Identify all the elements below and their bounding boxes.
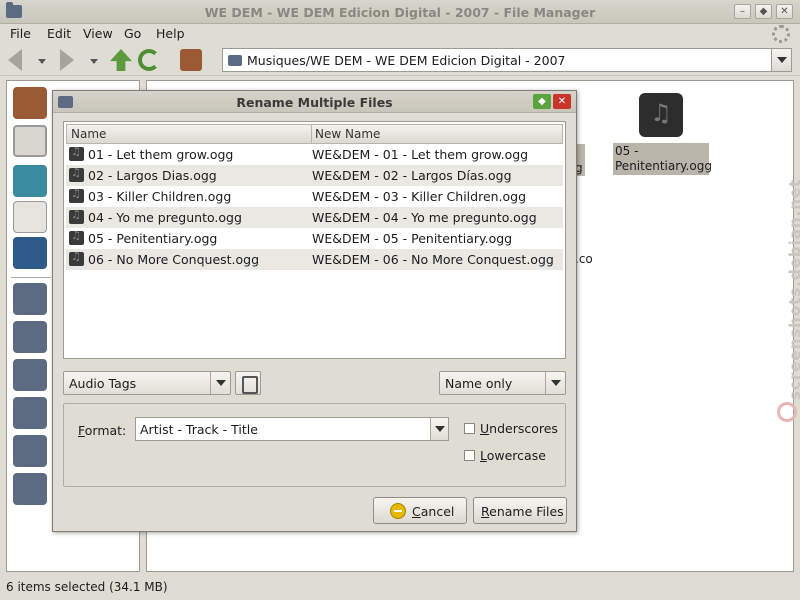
row-name: 04 - Yo me pregunto.ogg (88, 210, 242, 225)
back-arrow-icon[interactable] (8, 49, 22, 71)
table-row[interactable]: 02 - Largos Dias.ogg WE&DEM - 02 - Largo… (66, 165, 563, 186)
desktop-icon[interactable] (13, 165, 47, 197)
audio-file-icon (69, 187, 84, 203)
table-row[interactable]: 06 - No More Conquest.ogg WE&DEM - 06 - … (66, 249, 563, 270)
file-item[interactable]: 05 - Penitentiary.ogg (613, 93, 712, 175)
rename-files-button[interactable]: Rename Files (473, 497, 567, 524)
audio-file-icon (69, 229, 84, 245)
scope-select[interactable]: Name only (439, 371, 566, 395)
menu-help[interactable]: Help (156, 26, 185, 41)
trash-icon[interactable] (13, 125, 47, 157)
watermark: screenshots.debian.net (786, 178, 800, 400)
rename-files-label: Rename Files (481, 504, 564, 519)
audio-file-icon (639, 93, 683, 137)
list-header: Name New Name (66, 124, 563, 144)
network-folder-icon[interactable] (13, 283, 47, 315)
forward-history-chevron-icon[interactable] (90, 59, 98, 64)
menu-go[interactable]: Go (124, 26, 141, 41)
cancel-button[interactable]: Cancel (373, 497, 467, 524)
minimize-button[interactable]: – (734, 4, 751, 19)
menubar: File Edit View Go Help (0, 24, 800, 44)
chevron-down-icon[interactable] (210, 372, 230, 394)
documents-folder-icon[interactable] (13, 321, 47, 353)
row-new-name: WE&DEM - 01 - Let them grow.ogg (312, 147, 529, 162)
audio-file-icon (69, 166, 84, 182)
cancel-icon (390, 503, 406, 519)
row-new-name: WE&DEM - 03 - Killer Children.ogg (312, 189, 527, 204)
chevron-down-icon[interactable] (430, 418, 448, 440)
cancel-label: Cancel (412, 504, 455, 519)
audio-file-icon (69, 145, 84, 161)
lowercase-label: Lowercase (480, 448, 546, 463)
back-history-chevron-icon[interactable] (38, 59, 46, 64)
scope-value: Name only (445, 376, 513, 391)
dialog-maximize-button[interactable]: ◆ (533, 94, 551, 109)
dialog-close-button[interactable]: ✕ (553, 94, 571, 109)
format-options-panel: Format: Artist - Track - Title Underscor… (63, 403, 566, 487)
audio-file-icon (69, 250, 84, 266)
dialog-titlebar: Rename Multiple Files ◆ ✕ (53, 91, 576, 113)
audio-file-icon (69, 208, 84, 224)
folder-icon (228, 55, 242, 66)
file-label: 05 - Penitentiary.ogg (613, 143, 712, 175)
menu-view[interactable]: View (83, 26, 113, 41)
dialog-title: Rename Multiple Files (236, 95, 393, 110)
debian-logo-icon (777, 402, 797, 422)
busy-spinner-icon (772, 25, 790, 43)
row-new-name: WE&DEM - 06 - No More Conquest.ogg (312, 252, 554, 267)
file-label-fragment: .co (575, 252, 593, 266)
chevron-down-icon[interactable] (545, 372, 565, 394)
forward-arrow-icon[interactable] (60, 49, 74, 71)
pictures-folder-icon[interactable] (13, 435, 47, 467)
location-bar[interactable]: Musiques/WE DEM - WE DEM Edicion Digital… (222, 48, 792, 72)
window-title: WE DEM - WE DEM Edicion Digital - 2007 -… (204, 5, 596, 20)
drive-icon[interactable] (13, 201, 47, 233)
table-row[interactable]: 01 - Let them grow.ogg WE&DEM - 01 - Let… (66, 144, 563, 165)
row-name: 05 - Penitentiary.ogg (88, 231, 218, 246)
window-titlebar: WE DEM - WE DEM Edicion Digital - 2007 -… (0, 0, 800, 24)
underscores-checkbox[interactable]: Underscores (464, 421, 574, 437)
row-new-name: WE&DEM - 04 - Yo me pregunto.ogg (312, 210, 537, 225)
reload-icon[interactable] (138, 49, 160, 71)
format-value[interactable]: Artist - Track - Title (140, 422, 258, 437)
rename-source-select[interactable]: Audio Tags (63, 371, 231, 395)
column-divider[interactable] (311, 125, 312, 143)
home-icon[interactable] (180, 49, 202, 71)
row-name: 06 - No More Conquest.ogg (88, 252, 260, 267)
debian-folder-icon[interactable] (13, 397, 47, 429)
table-row[interactable]: 04 - Yo me pregunto.ogg WE&DEM - 04 - Yo… (66, 207, 563, 228)
format-combo-entry[interactable]: Artist - Track - Title (135, 417, 449, 441)
column-header-name[interactable]: Name (71, 127, 106, 141)
checkbox-box[interactable] (464, 450, 475, 461)
checkbox-box[interactable] (464, 423, 475, 434)
up-arrow-icon[interactable] (110, 49, 132, 71)
videos-folder-icon[interactable] (13, 473, 47, 505)
format-label: Format: (78, 423, 127, 438)
music-folder-icon[interactable] (13, 359, 47, 391)
table-row[interactable]: 03 - Killer Children.ogg WE&DEM - 03 - K… (66, 186, 563, 207)
underscores-label: Underscores (480, 421, 558, 436)
home-folder-icon[interactable] (13, 87, 47, 119)
sidebar-separator (11, 277, 51, 278)
floppy-icon[interactable] (13, 237, 47, 269)
row-name: 03 - Killer Children.ogg (88, 189, 232, 204)
tag-settings-button[interactable] (235, 371, 261, 395)
column-header-new-name[interactable]: New Name (315, 127, 380, 141)
table-row[interactable]: 05 - Penitentiary.ogg WE&DEM - 05 - Peni… (66, 228, 563, 249)
row-new-name: WE&DEM - 05 - Penitentiary.ogg (312, 231, 513, 246)
status-bar: 6 items selected (34.1 MB) (6, 580, 168, 594)
rename-source-value: Audio Tags (69, 376, 137, 391)
row-name: 02 - Largos Dias.ogg (88, 168, 217, 183)
row-name: 01 - Let them grow.ogg (88, 147, 234, 162)
location-path[interactable]: Musiques/WE DEM - WE DEM Edicion Digital… (247, 53, 565, 68)
menu-file[interactable]: File (10, 26, 31, 41)
rename-dialog: Rename Multiple Files ◆ ✕ Name New Name … (52, 90, 577, 532)
close-button[interactable]: ✕ (776, 4, 793, 19)
location-dropdown-button[interactable] (771, 49, 791, 71)
row-new-name: WE&DEM - 02 - Largos Días.ogg (312, 168, 512, 183)
rename-preview-list[interactable]: Name New Name 01 - Let them grow.ogg WE&… (63, 121, 566, 359)
menu-edit[interactable]: Edit (47, 26, 71, 41)
maximize-button[interactable]: ◆ (755, 4, 772, 19)
lowercase-checkbox[interactable]: Lowercase (464, 448, 574, 464)
